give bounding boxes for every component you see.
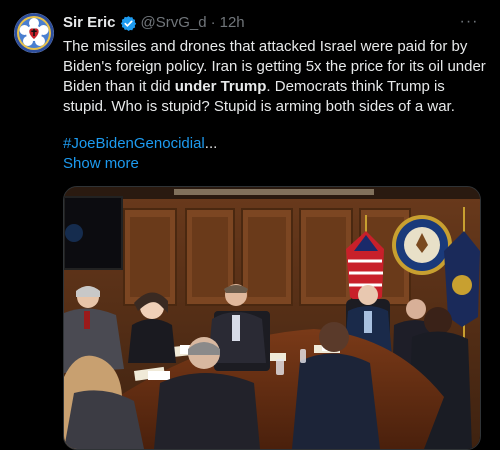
luther-rose-avatar-icon (14, 13, 54, 53)
hashtag-link[interactable]: #JoeBidenGenocidial (63, 135, 205, 152)
author-handle[interactable]: @SrvG_d (141, 13, 207, 33)
verified-badge-icon (120, 15, 137, 32)
tweet-text: The missiles and drones that attacked Is… (63, 37, 488, 117)
avatar[interactable] (14, 13, 54, 53)
tweet-media-photo[interactable] (63, 186, 481, 450)
situation-room-photo (64, 187, 480, 449)
more-options-button[interactable]: ··· (458, 11, 480, 33)
hashtag-line: #JoeBidenGenocidial... (63, 134, 217, 154)
display-name[interactable]: Sir Eric (63, 13, 116, 33)
timestamp[interactable]: 12h (220, 13, 245, 33)
tweet-header: Sir Eric @SrvG_d · 12h (63, 13, 245, 33)
tweet[interactable]: Sir Eric @SrvG_d · 12h ··· The missiles … (0, 0, 500, 450)
more-dots-icon: ··· (459, 13, 479, 30)
text-ellipsis: ... (204, 135, 218, 152)
separator-dot: · (210, 14, 216, 31)
show-more-link[interactable]: Show more (63, 154, 139, 174)
tweet-text-bold: under Trump (174, 78, 267, 95)
